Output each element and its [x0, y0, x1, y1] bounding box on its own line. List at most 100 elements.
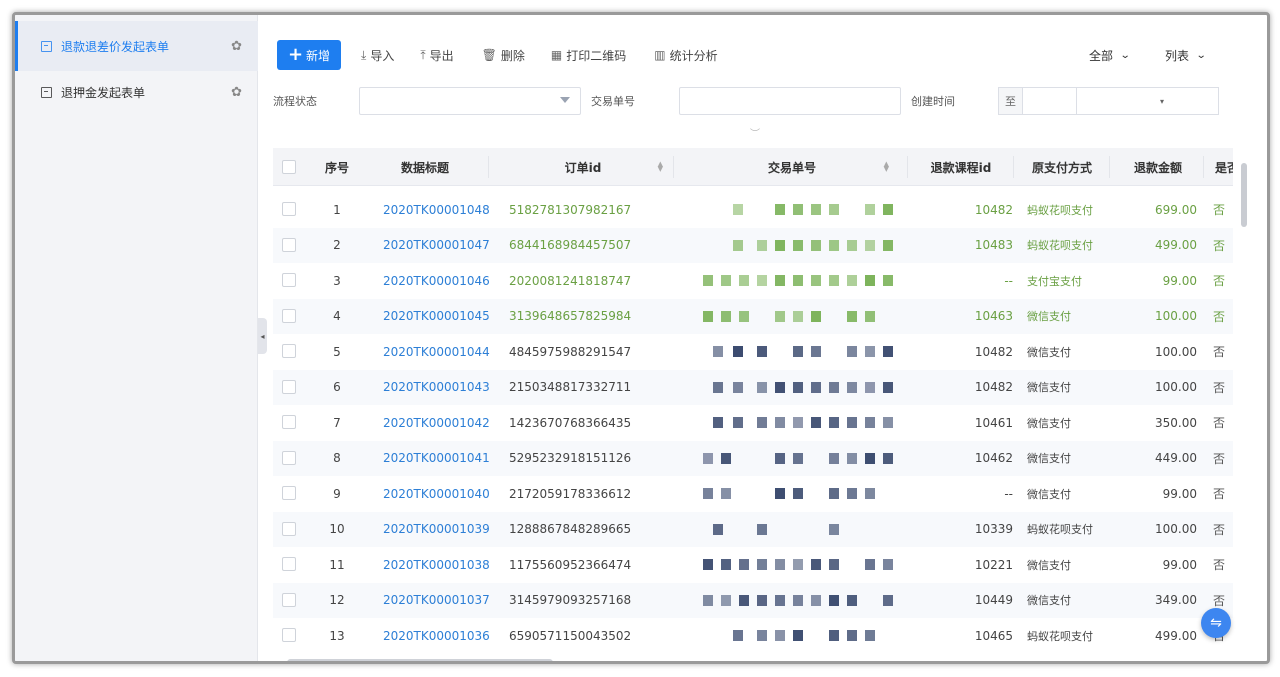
row-title-link[interactable]: 2020TK00001037 — [383, 583, 490, 619]
table-row[interactable]: 8 2020TK00001041 5295232918151126 10462 微信支付… — [273, 440, 1233, 477]
row-title-link[interactable]: 2020TK00001046 — [383, 263, 490, 299]
export-label: 导出 — [429, 48, 454, 63]
mosaic-block — [811, 275, 821, 286]
column-header-course-id[interactable]: 退款课程id — [911, 148, 1011, 186]
row-checkbox[interactable] — [282, 486, 296, 500]
row-amount: 100.00 — [1155, 522, 1197, 537]
row-checkbox[interactable] — [282, 379, 296, 394]
row-amount: 699.00 — [1155, 202, 1197, 217]
row-checkbox[interactable] — [282, 273, 296, 287]
column-header-amount[interactable]: 退款金额 — [1113, 148, 1203, 186]
mosaic-block — [713, 346, 723, 357]
print-qr-label: 打印二维码 — [566, 48, 627, 63]
mosaic-block — [739, 559, 749, 570]
row-title-link[interactable]: 2020TK00001042 — [383, 405, 490, 441]
table-row[interactable]: 13 2020TK00001036 6590571150043502 10465 蚂蚁花… — [273, 618, 1233, 653]
table-row[interactable]: 4 2020TK00001045 3139648657825984 10463 微信支付… — [273, 298, 1233, 335]
mosaic-block — [829, 239, 839, 251]
mosaic-block — [883, 381, 893, 393]
row-checkbox[interactable] — [282, 521, 296, 536]
redacted-trade-no — [693, 488, 913, 499]
row-checkbox[interactable] — [282, 450, 296, 465]
mosaic-block — [865, 417, 875, 428]
table-row[interactable]: 7 2020TK00001042 1423670768366435 10461 微信支付… — [273, 405, 1233, 441]
status-select[interactable] — [359, 87, 581, 115]
row-title-link[interactable]: 2020TK00001041 — [383, 441, 490, 477]
row-checkbox[interactable] — [282, 308, 296, 323]
redacted-trade-no — [693, 594, 913, 606]
trade-no-label: 交易单号 — [591, 95, 635, 108]
trash-icon: 🗑 — [481, 48, 497, 62]
row-title-link[interactable]: 2020TK00001047 — [383, 228, 490, 264]
table-row[interactable]: 9 2020TK00001040 2172059178336612 -- 微信支付 99.… — [273, 476, 1233, 512]
horizontal-scrollbar[interactable] — [287, 659, 553, 661]
created-time-filter-label: 创建时间 — [911, 86, 955, 116]
column-header-yn[interactable]: 是否 — [1207, 148, 1233, 186]
mosaic-block — [757, 346, 767, 357]
row-checkbox[interactable] — [282, 592, 296, 607]
mosaic-block — [883, 346, 893, 357]
table-header: 序号 数据标题 订单id ▲ ▼ 交易单号 ▲ ▼ 退款课程id 原支付方式 退款金额 … — [273, 148, 1233, 186]
row-order-id: 3145979093257168 — [509, 593, 632, 608]
table-row[interactable]: 5 2020TK00001044 4845975988291547 10482 微信支付… — [273, 334, 1233, 370]
column-header-no: 序号 — [324, 160, 349, 175]
table-row[interactable]: 3 2020TK00001046 2020081241818747 -- 支付宝支付 99… — [273, 263, 1233, 299]
gear-icon[interactable]: ✿ — [231, 39, 242, 54]
row-title-link[interactable]: 2020TK00001044 — [383, 334, 490, 370]
mosaic-block — [775, 310, 785, 322]
table-row[interactable]: 11 2020TK00001038 1175560952366474 10221 微信支… — [273, 547, 1233, 583]
row-title-link[interactable]: 2020TK00001036 — [383, 618, 490, 653]
vertical-scrollbar[interactable] — [1241, 163, 1247, 227]
row-title-link[interactable]: 2020TK00001043 — [383, 370, 490, 406]
row-checkbox[interactable] — [282, 557, 296, 571]
expand-filters-icon[interactable]: ︶ — [748, 125, 762, 140]
row-title-link[interactable]: 2020TK00001040 — [383, 476, 490, 512]
row-number: 11 — [329, 557, 345, 572]
sort-icon[interactable]: ▲ ▼ — [658, 161, 663, 173]
row-checkbox[interactable] — [282, 628, 296, 642]
mosaic-block — [775, 559, 785, 570]
table-row[interactable]: 10 2020TK00001039 1288867848289665 10339 蚂蚁花… — [273, 511, 1233, 548]
import-button[interactable]: ⤓ 导入 — [361, 47, 394, 64]
delete-button[interactable]: 🗑 删除 — [482, 47, 525, 64]
table-row[interactable]: 1 2020TK00001048 5182781307982167 10482 蚂蚁花呗… — [273, 192, 1233, 228]
column-header-title[interactable]: 数据标题 — [367, 148, 483, 186]
column-header-pay-method[interactable]: 原支付方式 — [1017, 148, 1107, 186]
table-row[interactable]: 12 2020TK00001037 3145979093257168 10449 微信支… — [273, 582, 1233, 619]
column-header-trade-no[interactable]: 交易单号 ▲ ▼ — [677, 148, 907, 186]
delete-label: 删除 — [500, 48, 525, 63]
sidebar-collapse-handle[interactable]: ◂ — [258, 318, 267, 354]
sidebar-item-deposit-form[interactable]: 退押金发起表单 ✿ — [15, 67, 258, 117]
gear-icon[interactable]: ✿ — [231, 85, 242, 100]
row-title-link[interactable]: 2020TK00001048 — [383, 192, 490, 228]
caret-down-icon[interactable]: ▾ — [1155, 88, 1169, 114]
row-title-link[interactable]: 2020TK00001045 — [383, 299, 490, 335]
select-all-checkbox[interactable] — [282, 160, 296, 174]
new-button[interactable]: + 新增 — [277, 40, 341, 70]
mosaic-block — [721, 594, 731, 606]
view-dropdown[interactable]: 列表 ⌄ — [1165, 47, 1207, 64]
row-checkbox[interactable] — [282, 344, 296, 358]
scope-dropdown[interactable]: 全部 ⌄ — [1089, 47, 1131, 64]
mosaic-block — [829, 523, 839, 535]
row-checkbox[interactable] — [282, 237, 296, 252]
row-checkbox[interactable] — [282, 415, 296, 429]
trade-no-input[interactable] — [679, 87, 901, 115]
row-title-link[interactable]: 2020TK00001038 — [383, 547, 490, 583]
sort-icon[interactable]: ▲ ▼ — [884, 161, 889, 173]
mosaic-block — [829, 594, 839, 606]
row-yn: 否 — [1213, 309, 1226, 324]
table-row[interactable]: 2 2020TK00001047 6844168984457507 10483 蚂蚁花呗… — [273, 227, 1233, 264]
sidebar-item-refund-form[interactable]: 退款退差价发起表单 ✿ — [15, 21, 258, 71]
row-checkbox[interactable] — [282, 202, 296, 216]
redacted-trade-no — [693, 417, 913, 428]
column-header-order-id[interactable]: 订单id ▲ ▼ — [493, 148, 673, 186]
export-button[interactable]: ⤒ 导出 — [420, 47, 453, 64]
swap-icon[interactable]: ⇋ — [1201, 608, 1231, 638]
print-qr-button[interactable]: ▦ 打印二维码 — [551, 47, 626, 64]
table-row[interactable]: 6 2020TK00001043 2150348817332711 10482 微信支付… — [273, 369, 1233, 406]
stats-button[interactable]: ▥ 统计分析 — [654, 47, 717, 64]
mosaic-block — [775, 452, 785, 464]
row-title-link[interactable]: 2020TK00001039 — [383, 512, 490, 548]
date-to-input[interactable] — [1077, 88, 1155, 114]
